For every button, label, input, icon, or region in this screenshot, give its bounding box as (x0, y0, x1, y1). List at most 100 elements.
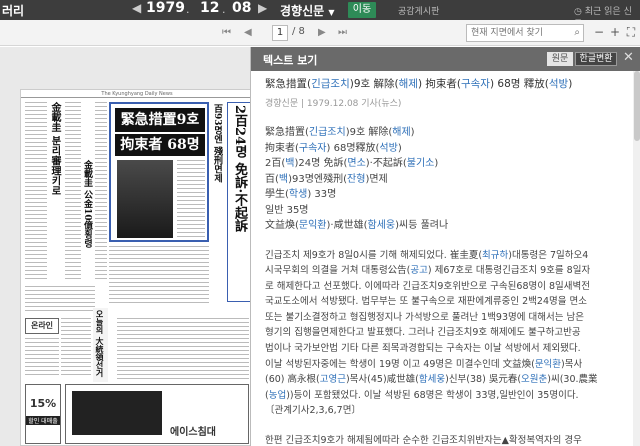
ad-bed: 에이스침대 (65, 384, 249, 444)
side-headline-1: 百93명엔 殘刑면제 (212, 104, 222, 183)
zoom-in-icon[interactable]: + (608, 25, 622, 41)
month-unit: . (222, 3, 226, 16)
text-segment: 學生( (265, 189, 289, 200)
newspaper-page[interactable]: The Kyunghyang Daily News 金載圭 분리審理키로 金載圭… (20, 89, 252, 446)
page-search-box: ⌕ (466, 24, 584, 42)
article-line: 이날 석방된자중에는 학생이 19명 이고 49명은 미결수인데 文益煥(문익환… (265, 357, 619, 373)
article-line: 일반 35명 (265, 203, 619, 219)
news-photo (117, 160, 173, 238)
text-view-panel: 텍스트 보기 원문 한글변환 ✕ 緊急措置(긴급조치)9호 解除(해제) 拘束者… (250, 47, 640, 446)
article-line: 百(백)93명엔殘刑(잔형)면제 (265, 172, 619, 188)
page-toolbar: ⏮ ◀ 1 / 8 ▶ ⏭ ⌕ − + ⛶ (0, 20, 640, 46)
article-line: 한편 긴급조치9호가 해제됨에따라 순수한 긴급조치위반자는▲확정복역자의 경우 (265, 433, 619, 446)
text-segment: 법이나 국가보안법 기타 다른 죄목과경합되는 구속자는 이날 석방에서 제외됐… (265, 343, 581, 355)
year-unit: . (186, 3, 190, 16)
text-segment: )신부(38) 吳元春( (445, 374, 522, 386)
search-icon[interactable]: ⌕ (574, 27, 580, 38)
article-line: 시국무회의 의결을 거쳐 대통령公告(공고) 제67호로 대통령긴급조치 9호를… (265, 263, 619, 279)
text-column (25, 338, 59, 378)
text-segment: ) 33명 (307, 189, 337, 200)
text-segment: 또는 불기소결정하고 형집행정지나 가석방으로 풀려난 1백93명에 대해서는 … (265, 311, 584, 323)
text-segment: 文益煥( (265, 220, 299, 231)
hanja-reading: 공고 (410, 265, 428, 277)
page-search-input[interactable] (467, 25, 567, 41)
move-button[interactable]: 이동 (348, 2, 376, 18)
text-segment: 일반 35명 (265, 204, 309, 216)
first-page-icon[interactable]: ⏮ (222, 27, 231, 38)
month-value[interactable]: 12 (200, 0, 219, 16)
notice-board-link[interactable]: 공감게시판 (398, 4, 439, 17)
text-segment: 〔관계기사2,3,6,7면〕 (265, 405, 361, 417)
text-segment: 緊急措置( (265, 78, 312, 90)
side-headline-2: 2百24명 免訴·不起訴 (227, 102, 251, 302)
hanja-reading: 긴급조치 (311, 78, 350, 90)
text-segment: )면제 (365, 173, 388, 185)
article-paragraph-1: 긴급조치 제9호가 8일0시를 기해 해제되었다. 崔圭夏(최규하)대통령은 7… (265, 248, 619, 420)
text-segment: )목사 (561, 358, 583, 370)
fit-page-icon[interactable]: ⛶ (624, 25, 638, 41)
page-number-input[interactable]: 1 (272, 25, 288, 41)
hanja-reading: 농업 (268, 389, 287, 401)
article-line: 긴급조치 제9호가 8일0시를 기해 해제되었다. 崔圭夏(최규하)대통령은 7… (265, 248, 619, 264)
hanja-reading: 구속자 (298, 142, 327, 154)
hanja-reading: 석방 (379, 142, 398, 154)
text-segment: 緊急措置( (265, 127, 309, 138)
main-headline-1: 緊急措置9호 解除 (115, 108, 205, 152)
top-bar: 러리 ◀ 1979 . 12 . 08 ▶ 경향신문 ▼ 이동 공감게시판 ◷ … (0, 0, 640, 30)
hangul-convert-button[interactable]: 한글변환 (575, 52, 617, 66)
ad-bed-brand: 에이스침대 (170, 427, 216, 438)
text-segment: 국교도소에서 석방됐다. 법무부는 또 불구속으로 재판에계류중인 2백24명을… (265, 296, 587, 308)
brand-title: 러리 (2, 4, 25, 18)
hanja-reading: 불기소 (406, 158, 435, 169)
hanja-reading: 함세웅 (418, 374, 446, 386)
article-line: 또는 불기소결정하고 형집행정지나 가석방으로 풀려난 1백93명에 대해서는 … (265, 310, 619, 326)
text-column (117, 318, 249, 380)
text-segment: 로 해제한다고 선포했다. 이에따라 긴급조치9호위반으로 구속된68명이 8일… (265, 280, 590, 292)
article-title: 緊急措置(긴급조치)9호 解除(해제) 拘束者(구속자) 68명 釋放(석방) (265, 77, 619, 92)
ad-bed-photo (72, 391, 162, 435)
close-icon[interactable]: ✕ (623, 50, 634, 65)
text-segment: 이날 석방된자중에는 학생이 19명 이고 49명은 미결수인데 文益煥( (265, 358, 535, 370)
article-line: 拘束者(구속자) 68명釋放(석방) (265, 141, 619, 157)
prev-page-icon[interactable]: ◀ (244, 27, 252, 38)
text-segment: 百( (265, 173, 279, 185)
text-segment: ) 拘束者( (417, 78, 461, 90)
text-segment: 2百( (265, 158, 286, 169)
original-text-button[interactable]: 원문 (547, 52, 573, 66)
hanja-reading: 면소 (347, 158, 366, 169)
next-day-arrow-icon[interactable]: ▶ (258, 1, 267, 15)
text-segment: )·不起訴( (365, 158, 407, 169)
article-line: (농업))등이 포함됐었다. 이날 석방된 68명은 학생이 33명,일반인이 … (265, 388, 619, 404)
text-segment: ) (434, 158, 439, 169)
text-segment: )93명엔殘刑( (288, 173, 348, 185)
hanja-reading: 백 (278, 173, 289, 185)
hanja-reading: 학생 (288, 189, 308, 200)
ad-sale-percent: 15% (29, 397, 57, 410)
next-page-icon[interactable]: ▶ (318, 27, 326, 38)
day-value[interactable]: 08 (232, 0, 251, 16)
hanja-reading: 최규하 (482, 249, 509, 261)
scrollbar-thumb[interactable] (634, 71, 640, 141)
text-panel-scrollbar[interactable] (633, 71, 640, 446)
main-headline-2: 拘束者 68명釋放 (115, 134, 205, 175)
text-segment: )목사(45)咸世雄( (345, 374, 419, 386)
text-segment: )씨(30.農業 (547, 374, 598, 386)
article-line: 〔관계기사2,3,6,7면〕 (265, 403, 619, 419)
text-segment: (60) 高永根( (265, 374, 320, 386)
text-view-header: 텍스트 보기 원문 한글변환 ✕ (251, 47, 640, 71)
left-headline-2: 金載圭 公金10億횡령 (82, 160, 92, 248)
year-value[interactable]: 1979 (146, 0, 185, 16)
last-page-icon[interactable]: ⏭ (338, 27, 347, 38)
article-paragraph-2: 한편 긴급조치9호가 해제됨에따라 순수한 긴급조치위반자는▲확정복역자의 경우… (265, 433, 619, 446)
hanja-reading: 고영근 (319, 374, 346, 386)
prev-year-arrow-icon[interactable]: ◀ (132, 1, 141, 15)
text-segment: ) 68명 釋放( (489, 78, 549, 90)
newspaper-masthead: The Kyunghyang Daily News (21, 90, 251, 98)
text-column (109, 246, 209, 304)
hanja-reading: 구속자 (460, 78, 490, 90)
paper-select[interactable]: 경향신문 ▼ (280, 2, 335, 19)
zoom-out-icon[interactable]: − (592, 25, 606, 41)
page-total: / 8 (292, 26, 305, 37)
article-line: 學生(학생) 33명 (265, 187, 619, 203)
text-segment: 긴급조치 제9호가 8일0시를 기해 해제되었다. 崔圭夏( (265, 249, 483, 261)
